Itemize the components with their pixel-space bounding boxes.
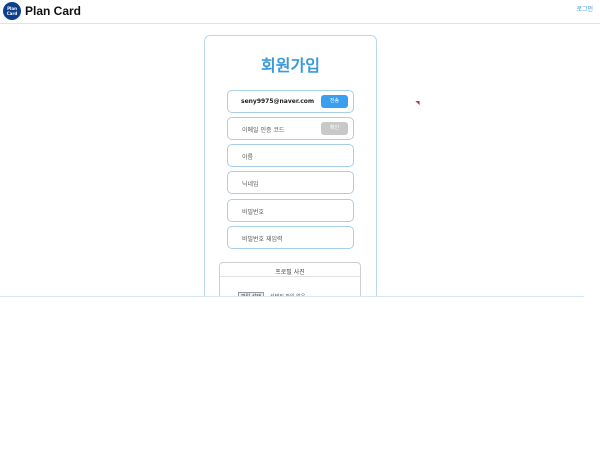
blank-area (0, 297, 600, 450)
password-confirm-placeholder: 비밀번호 재입력 (242, 236, 283, 243)
logo-text[interactable]: Plan Card (25, 4, 81, 18)
send-code-button[interactable]: 전송 (321, 95, 348, 108)
signup-card: 회원가입 seny9975@naver.com 전송 이메일 인증 코드 확인 … (204, 35, 377, 302)
verify-code-field[interactable]: 이메일 인증 코드 확인 (227, 117, 354, 140)
profile-photo-label: 프로필 사진 (275, 269, 305, 276)
email-value: seny9975@naver.com (241, 98, 315, 105)
profile-divider (220, 276, 360, 277)
password-placeholder: 비밀번호 (242, 209, 265, 216)
nickname-field[interactable]: 닉네임 (227, 171, 354, 194)
mouse-cursor-icon (415, 98, 422, 106)
name-field[interactable]: 이름 (227, 144, 354, 167)
nickname-placeholder: 닉네임 (242, 181, 259, 188)
name-placeholder: 이름 (242, 154, 254, 161)
logo-badge-line2: Card (6, 11, 18, 16)
logo-badge[interactable]: Plan Card (3, 2, 21, 20)
verify-button[interactable]: 확인 (321, 122, 348, 135)
verify-code-placeholder: 이메일 인증 코드 (242, 127, 285, 134)
password-confirm-field[interactable]: 비밀번호 재입력 (227, 226, 354, 249)
login-link[interactable]: 로그인 (576, 4, 593, 13)
password-field[interactable]: 비밀번호 (227, 199, 354, 222)
email-field[interactable]: seny9975@naver.com 전송 (227, 90, 354, 113)
page-title: 회원가입 (261, 58, 320, 75)
top-header: Plan Card Plan Card 로그인 (0, 0, 600, 24)
